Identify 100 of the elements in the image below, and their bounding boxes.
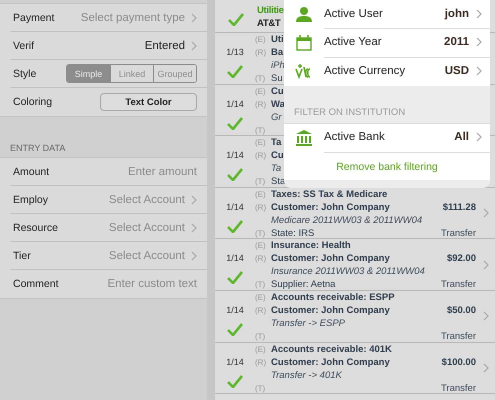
picker-value[interactable]: Entered bbox=[144, 40, 185, 52]
transaction-text: Customer: John Company bbox=[271, 356, 390, 369]
chevron-icon bbox=[191, 40, 197, 50]
chevron-icon bbox=[476, 66, 482, 76]
transaction-text: Wa bbox=[271, 98, 285, 111]
line-prefix: (T) bbox=[255, 382, 266, 395]
calendar-icon bbox=[296, 34, 312, 51]
line-prefix: (R) bbox=[255, 202, 268, 214]
line-prefix: (E) bbox=[255, 344, 267, 356]
chevron-icon bbox=[476, 8, 482, 19]
picker-value[interactable]: Select Account bbox=[108, 194, 185, 206]
type-label: Transfer bbox=[440, 226, 476, 240]
picker-value[interactable]: Select Account bbox=[108, 250, 185, 262]
transaction-text: Insurance: Health bbox=[271, 239, 351, 252]
line-prefix: (E) bbox=[255, 34, 267, 46]
line-prefix: (E) bbox=[255, 292, 267, 304]
text-color-button[interactable]: Text Color bbox=[100, 93, 197, 111]
field-label: Resource bbox=[13, 222, 58, 234]
line-prefix: (E) bbox=[255, 137, 267, 150]
transaction-text: State: IRS bbox=[271, 226, 314, 240]
transaction-text: Accounts receivable: 401K bbox=[271, 342, 392, 356]
chevron-icon bbox=[476, 37, 482, 48]
field-label: Tier bbox=[13, 250, 31, 262]
transaction-text: Ta bbox=[271, 136, 282, 150]
line-prefix: (E) bbox=[255, 86, 267, 98]
field-label: Employ bbox=[13, 194, 48, 206]
section-header: ENTRY DATA bbox=[9, 142, 66, 155]
type-label: Transfer bbox=[440, 382, 476, 395]
line-prefix: (R) bbox=[255, 98, 268, 111]
segment-button[interactable]: Simple bbox=[67, 65, 110, 82]
type-label: Transfer bbox=[440, 330, 476, 343]
line-prefix: (E) bbox=[255, 240, 267, 252]
chevron-icon bbox=[482, 311, 488, 322]
amount-label: $92.00 bbox=[446, 252, 476, 266]
transaction-text: Su bbox=[271, 72, 283, 85]
person-icon bbox=[295, 6, 313, 22]
line-prefix: (T) bbox=[255, 279, 266, 292]
transaction-text: Cu bbox=[271, 84, 284, 98]
transaction-text: Cu bbox=[271, 149, 284, 162]
transaction-text: iPh bbox=[271, 59, 285, 72]
field-label: Verif bbox=[13, 40, 34, 52]
chevron-icon bbox=[482, 260, 488, 270]
setting-label[interactable]: Active User bbox=[324, 8, 383, 20]
chevron-icon bbox=[191, 222, 197, 232]
transaction-text: AT&T bbox=[257, 17, 280, 30]
setting-value: USD bbox=[444, 65, 469, 78]
segment-button[interactable]: Grouped bbox=[153, 65, 196, 82]
transaction-text: Customer: John Company bbox=[271, 252, 390, 266]
picker-value[interactable]: Select Account bbox=[108, 222, 185, 234]
setting-value: All bbox=[454, 131, 469, 144]
line-prefix: (T) bbox=[255, 124, 266, 137]
date-label: 1/14 bbox=[226, 200, 244, 214]
line-prefix: (T) bbox=[255, 176, 266, 188]
remove-filter-link[interactable]: Remove bank filtering bbox=[336, 160, 438, 172]
setting-label[interactable]: Active Year bbox=[324, 36, 382, 48]
transaction-text: Insurance 2011WW03 & 2011WW04 bbox=[271, 265, 425, 278]
field-label: Payment bbox=[13, 12, 54, 24]
transaction-text: Uti bbox=[271, 33, 284, 46]
setting-label[interactable]: Active Bank bbox=[324, 131, 385, 144]
line-prefix: (R) bbox=[255, 47, 268, 59]
date-label: 1/14 bbox=[226, 98, 244, 111]
setting-value: john bbox=[444, 8, 469, 20]
chevron-icon bbox=[191, 194, 197, 204]
transaction-text: Customer: John Company bbox=[271, 304, 390, 317]
transaction-text: Ba bbox=[271, 46, 284, 59]
amount-label: $111.28 bbox=[442, 200, 476, 214]
transaction-text: Transfer -> ESPP bbox=[271, 316, 346, 330]
amount-label: $100.00 bbox=[442, 356, 476, 369]
line-prefix: (T) bbox=[255, 228, 266, 240]
field-label: Comment bbox=[13, 278, 59, 290]
input-field[interactable]: Enter amount bbox=[77, 166, 197, 178]
bank-icon bbox=[295, 130, 313, 146]
date-label: 1/14 bbox=[226, 304, 244, 317]
line-prefix: (T) bbox=[255, 73, 266, 85]
type-label: Transfer bbox=[440, 278, 476, 292]
date-label: 1/13 bbox=[226, 46, 244, 59]
chevron-icon bbox=[482, 362, 488, 373]
chevron-icon bbox=[191, 250, 197, 260]
line-prefix: (R) bbox=[255, 304, 268, 317]
field-label: Style bbox=[13, 68, 36, 80]
date-label: 1/14 bbox=[226, 252, 244, 266]
line-prefix: (T) bbox=[255, 330, 266, 343]
chevron-icon bbox=[482, 208, 488, 218]
transaction-text: Customer: John Company bbox=[271, 200, 390, 214]
transaction-text: Taxes: SS Tax & Medicare bbox=[271, 188, 388, 201]
date-label: 1/14 bbox=[226, 356, 244, 369]
setting-label[interactable]: Active Currency bbox=[324, 65, 406, 78]
chevron-icon bbox=[476, 132, 482, 142]
transaction-text: Ta bbox=[271, 162, 282, 176]
transaction-text: Medicare 2011WW03 & 2011WW04 bbox=[271, 214, 422, 227]
field-label: Coloring bbox=[13, 96, 52, 108]
line-prefix: (R) bbox=[255, 253, 268, 266]
transaction-text: Transfer -> 401K bbox=[271, 368, 342, 382]
transaction-text: Supplier: Aetna bbox=[271, 278, 336, 292]
field-label: Amount bbox=[13, 166, 50, 178]
input-field[interactable]: Enter custom text bbox=[77, 278, 197, 290]
line-prefix: (R) bbox=[255, 356, 268, 369]
setting-value: 2011 bbox=[444, 36, 469, 48]
amount-label: $50.00 bbox=[446, 304, 476, 317]
picker-value[interactable]: Select payment type bbox=[80, 12, 185, 24]
